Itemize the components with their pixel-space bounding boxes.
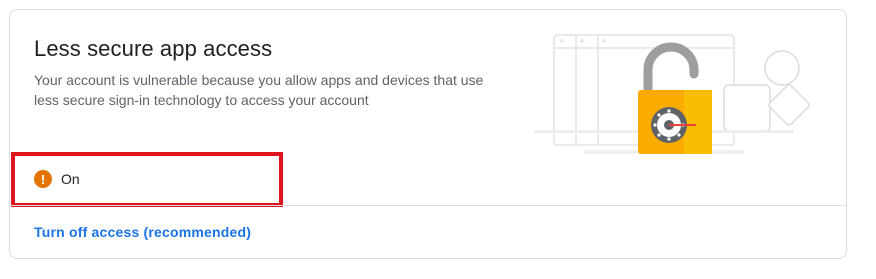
highlight-box [11,152,283,207]
divider [10,205,846,206]
turn-off-access-link[interactable]: Turn off access (recommended) [34,224,251,240]
less-secure-app-access-card: Less secure app access Your account is v… [9,9,847,259]
padlock-illustration [534,34,810,154]
card-description: Your account is vulnerable because you a… [34,72,484,108]
card-title: Less secure app access [34,36,273,61]
